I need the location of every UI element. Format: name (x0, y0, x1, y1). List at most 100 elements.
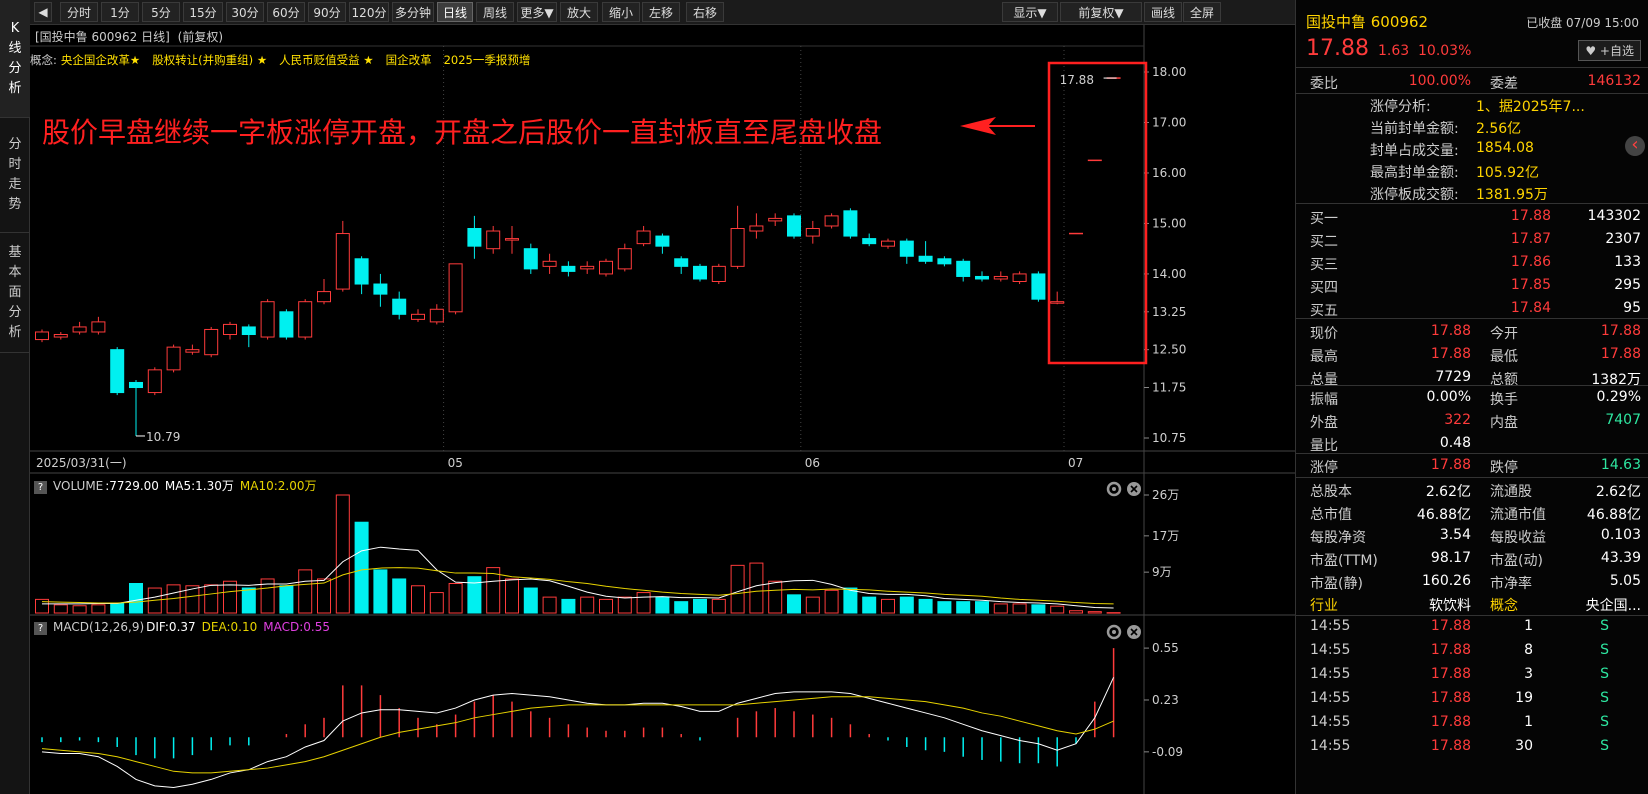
gear-icon[interactable] (1106, 624, 1122, 640)
toolbar-right-button-2[interactable]: 画线 (1144, 2, 1182, 22)
period-button-15[interactable]: 右移 (686, 2, 724, 22)
period-button-4[interactable]: 30分 (226, 2, 264, 22)
tick-time: 14:55 (1310, 618, 1351, 634)
concept-list: 概念: 央企国企改革★ 股权转让(并购重组) ★ 人民币贬值受益 ★ 国企改革 2025一… (30, 52, 542, 68)
panel-collapse-icon[interactable]: ‹ (1625, 136, 1645, 156)
toolbar-right-button-0[interactable]: 显示▼ (1002, 2, 1058, 22)
help-icon[interactable]: ? (34, 622, 47, 635)
period-button-2[interactable]: 5分 (142, 2, 180, 22)
close-icon[interactable] (1127, 625, 1141, 639)
volume-bar (1087, 611, 1102, 614)
period-button-6[interactable]: 90分 (308, 2, 346, 22)
tick-volume: 8 (1524, 642, 1533, 658)
candle (35, 329, 49, 343)
stat-label: 量比 (1310, 438, 1338, 454)
period-button-3[interactable]: 15分 (183, 2, 223, 22)
volume-bar (1012, 603, 1027, 614)
volume-bar (655, 596, 670, 614)
tick-volume: 19 (1515, 690, 1533, 706)
watchlist-button[interactable]: ♥ +自选 (1578, 40, 1641, 61)
period-button-9[interactable]: 日线 (437, 2, 473, 22)
date-axis-label: 2025/03/31(一) (36, 456, 127, 470)
candle (674, 256, 689, 274)
period-button-5[interactable]: 60分 (267, 2, 305, 22)
concept-item[interactable]: 央企国企改革★ (61, 53, 140, 67)
collapse-button[interactable]: ◀ (34, 2, 52, 22)
toolbar-right-button-1[interactable]: 前复权▼ (1060, 2, 1142, 22)
concept-item[interactable]: 国企改革 (386, 53, 432, 67)
close-icon[interactable] (1127, 482, 1141, 496)
concept-item[interactable]: 人民币贬值受益 ★ (279, 53, 373, 67)
help-icon[interactable]: ? (34, 481, 47, 494)
candle (279, 309, 294, 340)
volume-bar (599, 598, 613, 614)
candle (1050, 291, 1065, 305)
tab-char: K (10, 20, 20, 36)
limit-down-value: 14.63 (1600, 457, 1641, 473)
fund-label: 市盈(动) (1490, 553, 1543, 569)
bid-price: 17.84 (1510, 300, 1551, 316)
period-button-13[interactable]: 缩小 (602, 2, 640, 22)
macd-axis-label: 0.55 (1152, 641, 1179, 655)
volume-axis-label: 9万 (1152, 565, 1172, 579)
left-tab-bar: K线分析 分时走势 基本面分析 (0, 0, 30, 794)
candle (91, 316, 106, 335)
tick-price: 17.88 (1430, 666, 1471, 682)
macd-dif-line (41, 677, 1115, 789)
period-button-1[interactable]: 1分 (101, 2, 139, 22)
period-button-7[interactable]: 120分 (349, 2, 389, 22)
tab-kline-analysis[interactable]: K线分析 (0, 0, 30, 118)
period-button-0[interactable]: 分时 (60, 2, 98, 22)
limit-info-value: 1、据2025年7... (1476, 99, 1585, 115)
tab-char: 面 (8, 284, 22, 300)
toolbar-right-button-3[interactable]: 全屏 (1183, 2, 1221, 22)
candle (298, 299, 313, 340)
volume-bar (862, 596, 877, 614)
fund-value: 5.05 (1609, 573, 1641, 589)
concept-item[interactable]: 股权转让(并购重组) ★ (152, 53, 267, 67)
fund-value: 46.88亿 (1586, 507, 1641, 523)
fund-value: 3.54 (1439, 527, 1471, 543)
limit-up-label: 涨停 (1310, 460, 1338, 476)
period-button-8[interactable]: 多分钟 (392, 2, 434, 22)
candle (354, 256, 369, 295)
candle (542, 253, 557, 274)
gear-icon[interactable] (1106, 481, 1122, 497)
max-price-label: 17.88 (1060, 73, 1094, 87)
stat-label: 外盘 (1310, 415, 1338, 431)
period-button-10[interactable]: 周线 (476, 2, 514, 22)
tick-price: 17.88 (1430, 618, 1471, 634)
limit-info-value: 105.92亿 (1476, 165, 1539, 181)
volume-axis-label: 26万 (1152, 488, 1179, 502)
candle (204, 326, 219, 358)
volume-bar (787, 594, 801, 614)
candle (580, 261, 595, 274)
tab-fundamental[interactable]: 基本面分析 (0, 233, 30, 353)
period-button-11[interactable]: 更多▼ (517, 2, 557, 22)
quote-row: 涨停 17.88 跌停 14.63 (1296, 454, 1648, 477)
min-price-label: 10.79 (146, 430, 180, 444)
quote-row: 市盈(TTM) 98.17 市盈(动) 43.39 (1296, 547, 1648, 570)
concept-item[interactable]: 2025一季报预增 (444, 53, 531, 67)
quote-row: 涨停板成交额: 1381.95万 (1296, 181, 1648, 203)
candle (392, 291, 407, 320)
weicha-value: 146132 (1587, 73, 1641, 89)
weibi-value: 100.00% (1408, 73, 1471, 89)
bid-volume: 2307 (1605, 231, 1641, 247)
macd-dea-line (41, 696, 1114, 774)
quote-row: 买四 17.85 295 (1296, 274, 1648, 297)
bid-volume: 143302 (1587, 208, 1641, 224)
volume-bar (843, 587, 858, 614)
volume-bar (617, 596, 632, 614)
candle (711, 263, 726, 285)
tick-time: 14:55 (1310, 666, 1351, 682)
quote-row: 最高 17.88 最低 17.88 (1296, 343, 1648, 366)
quote-row: 买二 17.87 2307 (1296, 228, 1648, 251)
tick-time: 14:55 (1310, 738, 1351, 754)
chart-title-text: [国投中鲁 600962 日线] (35, 30, 170, 44)
quote-row: 14:55 17.88 8 S (1296, 639, 1648, 663)
volume-bar (542, 596, 557, 614)
period-button-12[interactable]: 放大 (560, 2, 598, 22)
tab-intraday[interactable]: 分时走势 (0, 118, 30, 233)
period-button-14[interactable]: 左移 (642, 2, 680, 22)
